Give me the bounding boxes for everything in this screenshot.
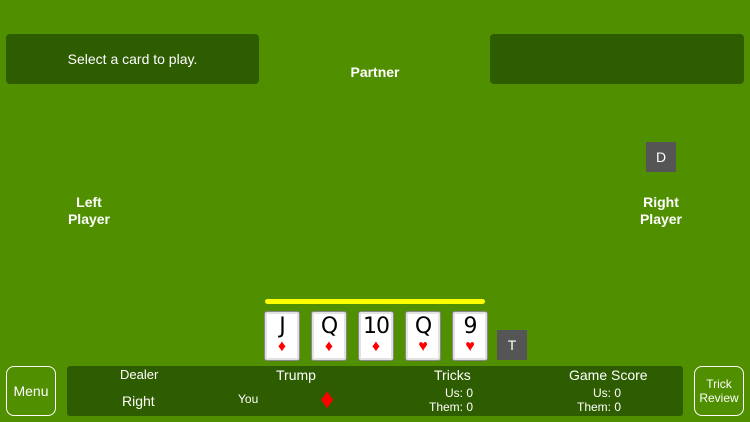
info-panel-right	[490, 34, 744, 84]
tricks-them: Them: 0	[428, 400, 473, 414]
hand-card-ten-diamonds[interactable]: 10 ♦	[358, 311, 394, 361]
turn-indicator-bar	[265, 299, 485, 304]
menu-button[interactable]: Menu	[6, 366, 56, 416]
left-player-label: Left Player	[44, 194, 134, 228]
message-text: Select a card to play.	[67, 51, 198, 67]
right-player-label-line2: Player	[639, 211, 683, 227]
tricks-heading: Tricks	[434, 367, 471, 383]
hand-card-queen-diamonds[interactable]: Q ♦	[311, 311, 347, 361]
diamond-icon: ♦	[324, 338, 334, 355]
trump-marker: T	[497, 330, 527, 360]
left-player-label-line1: Left	[76, 194, 102, 210]
game-score-us: Us: 0	[592, 386, 621, 400]
dealer-marker: D	[646, 142, 676, 172]
trick-review-label-line1: Trick	[706, 377, 732, 391]
right-player-label: Right Player	[616, 194, 706, 228]
left-player-label-line2: Player	[67, 211, 111, 227]
trick-review-button[interactable]: Trick Review	[694, 366, 744, 416]
heart-icon: ♥	[465, 338, 475, 355]
hand-card-nine-hearts[interactable]: 9 ♥	[452, 311, 488, 361]
partner-label: Partner	[350, 64, 400, 80]
card-rank: 10	[363, 314, 390, 339]
diamond-icon: ♦	[371, 338, 381, 355]
tricks-us: Us: 0	[444, 386, 473, 400]
hand-card-queen-hearts[interactable]: Q ♥	[405, 311, 441, 361]
hand-card-jack-diamonds[interactable]: J ♦	[264, 311, 300, 361]
game-score-heading: Game Score	[569, 367, 648, 383]
card-rank: 9	[463, 314, 478, 339]
diamond-icon: ♦	[277, 338, 287, 355]
card-rank: J	[279, 314, 286, 339]
trick-review-label-line2: Review	[699, 391, 739, 405]
status-panel: Dealer Right Trump You ♦ Tricks Us: 0 Th…	[67, 366, 683, 416]
game-score-them: Them: 0	[576, 400, 621, 414]
message-panel: Select a card to play.	[6, 34, 259, 84]
card-rank: Q	[320, 314, 338, 339]
heart-icon: ♥	[418, 338, 428, 355]
right-player-label-line1: Right	[643, 194, 679, 210]
dealer-value: Right	[122, 393, 155, 409]
card-rank: Q	[414, 314, 432, 339]
diamond-icon: ♦	[320, 383, 335, 414]
trump-caller: You	[238, 392, 259, 406]
dealer-heading: Dealer	[120, 367, 159, 382]
trump-heading: Trump	[276, 367, 316, 383]
